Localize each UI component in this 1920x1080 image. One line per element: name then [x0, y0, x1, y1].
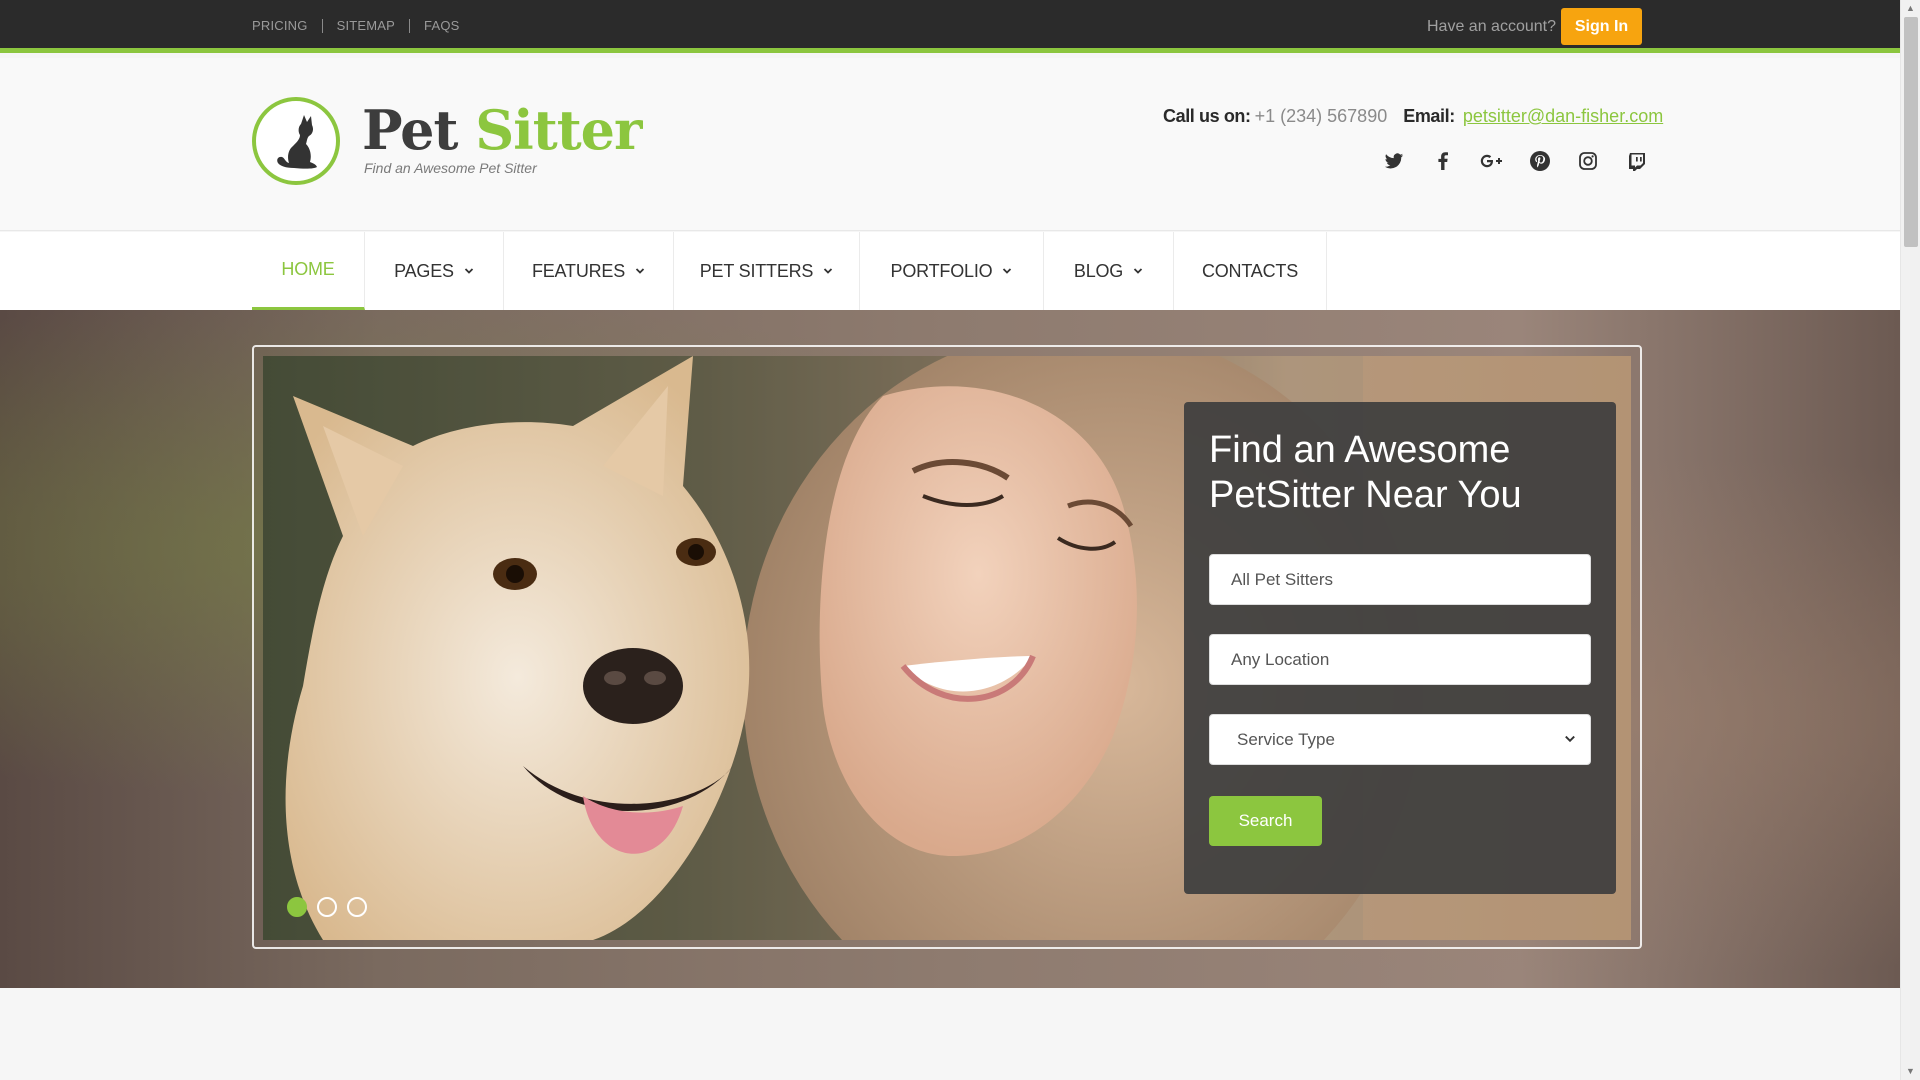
nav-item-pages[interactable]: PAGES: [365, 232, 504, 310]
nav-label: PAGES: [394, 260, 454, 281]
logo-cat-icon[interactable]: [252, 97, 340, 185]
slide-dot-1[interactable]: [287, 897, 307, 917]
nav-label: HOME: [281, 259, 335, 279]
slider-dots: [287, 897, 377, 917]
pet-sitters-input[interactable]: All Pet Sitters: [1209, 554, 1591, 605]
logo-tagline: Find an Awesome Pet Sitter: [364, 160, 537, 176]
slide-dot-2[interactable]: [317, 897, 337, 917]
divider: [321, 18, 323, 33]
search-panel: Find an Awesome PetSitter Near You All P…: [1184, 402, 1616, 894]
instagram-icon[interactable]: [1564, 150, 1613, 172]
search-button[interactable]: Search: [1209, 796, 1322, 846]
social-links: [1370, 150, 1661, 172]
scroll-up-arrow-icon[interactable]: ▲: [1906, 3, 1915, 13]
sign-in-button[interactable]: Sign In: [1561, 8, 1642, 45]
slide-dot-3[interactable]: [347, 897, 367, 917]
nav-label: PET SITTERS: [699, 260, 814, 281]
nav-label: PORTFOLIO: [890, 260, 993, 281]
logo-word-sitter: Sitter: [475, 98, 642, 162]
scroll-down-arrow-icon[interactable]: ▼: [1906, 1066, 1915, 1076]
phone-number: +1 (234) 567890: [1254, 106, 1388, 126]
pricing-link[interactable]: PRICING: [252, 18, 308, 33]
page-scrollbar[interactable]: ▲ ▼: [1900, 0, 1920, 1080]
location-input[interactable]: Any Location: [1209, 634, 1591, 685]
main-navigation: HOME PAGES FEATURES PET SITTERS PORTFOLI…: [0, 232, 1900, 310]
top-bar: PRICING SITEMAP FAQS Have an account? Si…: [0, 0, 1900, 53]
nav-item-pet-sitters[interactable]: PET SITTERS: [674, 232, 860, 310]
nav-item-contacts[interactable]: CONTACTS: [1174, 232, 1327, 310]
chevron-down-icon: [1003, 268, 1012, 274]
top-links: PRICING SITEMAP FAQS: [252, 18, 460, 33]
chevron-down-icon: [824, 268, 833, 274]
site-header: Pet Sitter Find an Awesome Pet Sitter Ca…: [0, 58, 1900, 231]
call-label: Call us on:: [1163, 106, 1251, 126]
twitch-icon[interactable]: [1613, 150, 1662, 172]
contact-info: Call us on: +1 (234) 567890 Email: petsi…: [1163, 106, 1663, 127]
nav-label: BLOG: [1073, 260, 1124, 281]
email-link[interactable]: petsitter@dan-fisher.com: [1463, 106, 1663, 127]
logo-word-pet: Pet: [362, 98, 458, 162]
pinterest-icon[interactable]: [1516, 150, 1565, 172]
have-account-text: Have an account?: [1427, 18, 1556, 35]
google-plus-icon[interactable]: [1467, 150, 1516, 172]
facebook-icon[interactable]: [1419, 150, 1468, 172]
sitemap-link[interactable]: SITEMAP: [337, 18, 395, 33]
nav-item-blog[interactable]: BLOG: [1044, 232, 1174, 310]
search-title: Find an Awesome PetSitter Near You: [1209, 429, 1522, 516]
service-type-select[interactable]: Service Type: [1209, 714, 1591, 765]
faqs-link[interactable]: FAQS: [424, 18, 459, 33]
nav-item-features[interactable]: FEATURES: [504, 232, 674, 310]
nav-label: CONTACTS: [1201, 260, 1299, 281]
twitter-icon[interactable]: [1370, 150, 1419, 172]
service-type-value: Service Type: [1237, 729, 1335, 749]
nav-item-home[interactable]: HOME: [252, 232, 365, 310]
chevron-down-icon: [1133, 268, 1143, 274]
chevron-down-icon: [464, 268, 473, 274]
nav-label: FEATURES: [531, 260, 626, 281]
logo-title[interactable]: Pet Sitter: [362, 98, 643, 162]
nav-item-portfolio[interactable]: PORTFOLIO: [860, 232, 1044, 310]
scroll-thumb[interactable]: [1904, 17, 1918, 247]
email-label: Email:: [1403, 106, 1455, 126]
divider: [409, 18, 411, 33]
chevron-down-icon: [1565, 735, 1575, 743]
chevron-down-icon: [635, 268, 645, 274]
